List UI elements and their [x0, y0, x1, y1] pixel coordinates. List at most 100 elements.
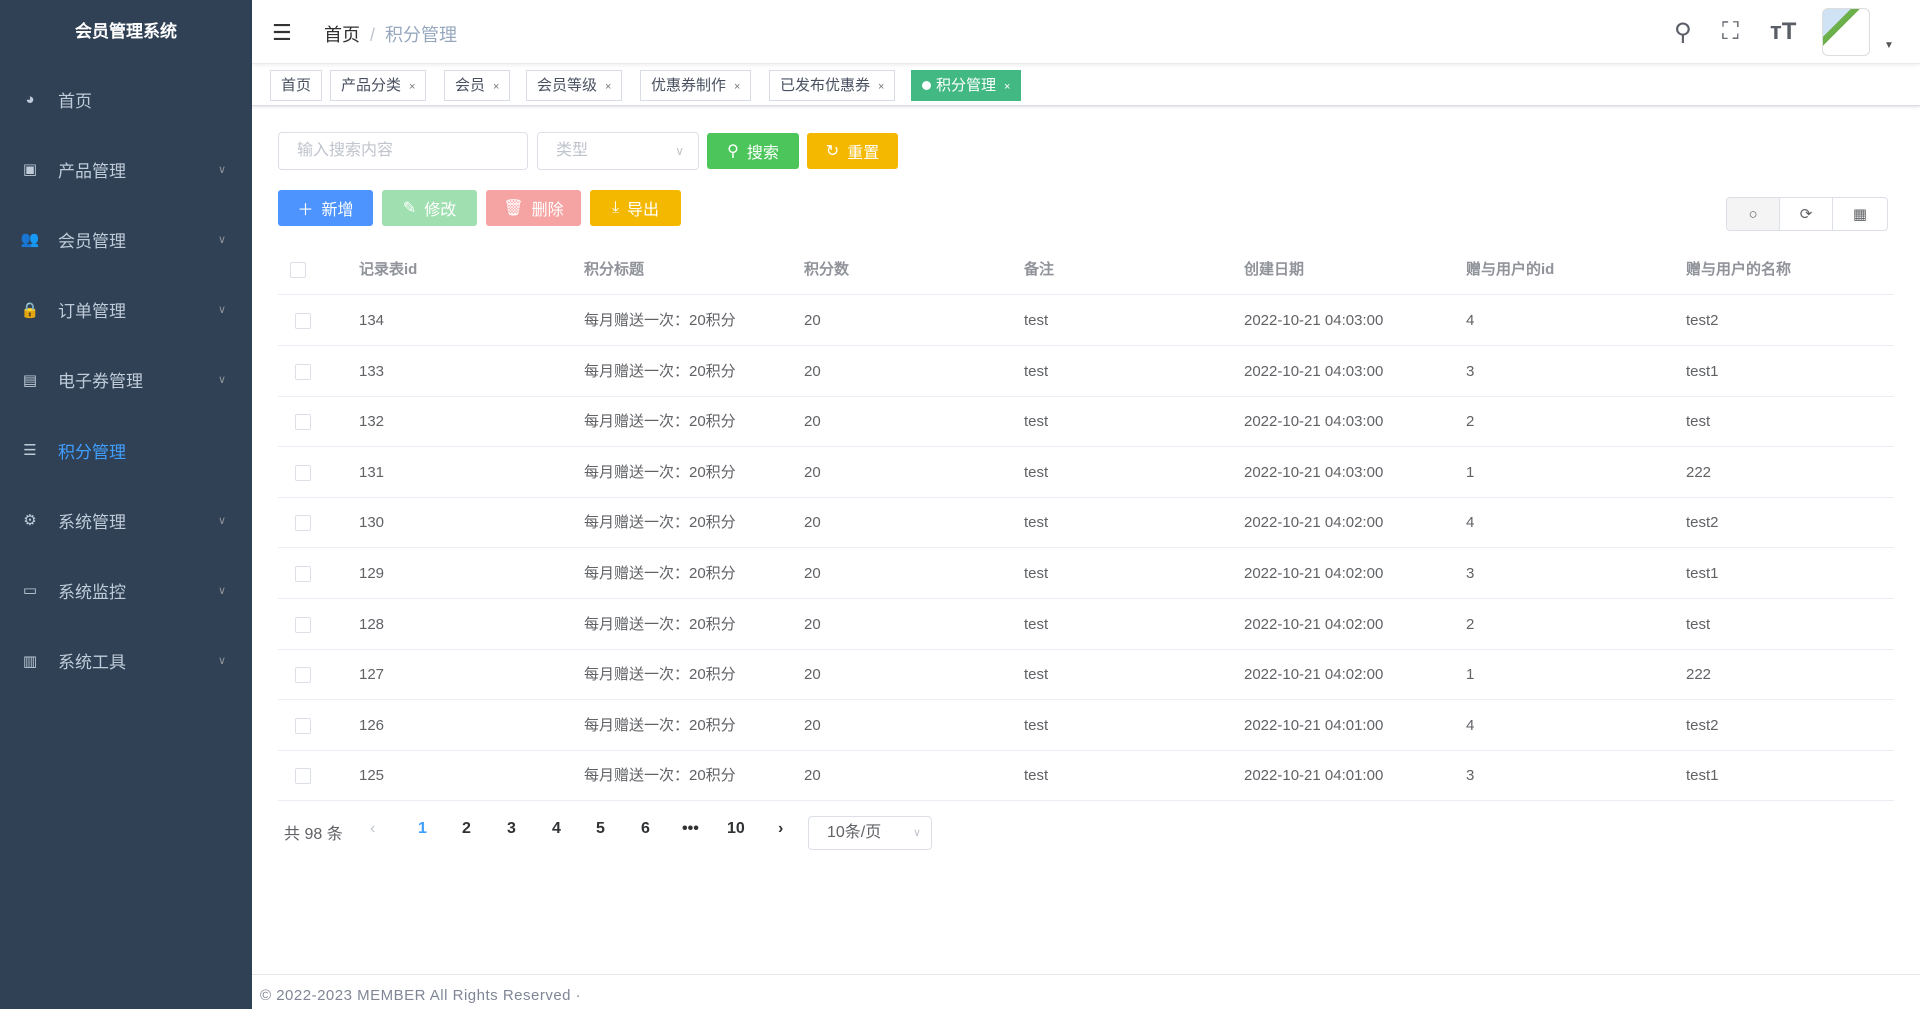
app-title: 会员管理系统 [75, 22, 177, 41]
page-2[interactable]: 3 [507, 820, 516, 838]
page-size-label: 10条/页 [827, 824, 882, 841]
cell: test2 [1686, 312, 1719, 329]
close-icon[interactable]: × [1004, 81, 1010, 93]
sidebar-item-4[interactable]: ▤ 电子券管理 ∨ [0, 352, 252, 408]
cell: 每月赠送一次：20积分 [584, 615, 736, 633]
caret-down-icon[interactable]: ▼ [1884, 40, 1894, 51]
edit-icon: ✎ [402, 200, 417, 217]
breadcrumb-home[interactable]: 首页 [324, 25, 360, 45]
sidebar-item-5[interactable]: ☰ 积分管理 [0, 422, 252, 478]
cell: 备注 [1024, 261, 1055, 278]
row-checkbox[interactable] [290, 262, 306, 278]
cell: 1 [1466, 666, 1475, 684]
cell: 每月赠送一次：20积分 [584, 312, 736, 329]
page-7[interactable]: 10 [727, 820, 745, 838]
tab-3[interactable]: 会员等级 × [526, 70, 623, 101]
page-4[interactable]: 5 [596, 820, 605, 838]
row-checkbox[interactable] [295, 717, 311, 734]
search-button[interactable]: ⚲ 搜索 [707, 133, 799, 169]
search-icon[interactable]: ⚲ [1674, 18, 1692, 47]
cell: 2022-10-21 04:03:00 [1244, 362, 1384, 380]
table-header: 记录表id 积分标题 积分数 备注 创建日期 赠与用户的id 赠与用户的名称 [278, 244, 1894, 295]
row-checkbox[interactable] [295, 768, 311, 785]
export-button[interactable]: ⤓ 导出 [590, 190, 681, 226]
edit-button[interactable]: ✎ 修改 [382, 190, 477, 226]
fullscreen-icon[interactable]: ⛶ [1722, 18, 1739, 46]
tab-5[interactable]: 已发布优惠券 × [769, 70, 896, 101]
page-3[interactable]: 4 [552, 820, 561, 838]
tab-4[interactable]: 优惠券制作 × [640, 70, 752, 101]
sidebar-item-8[interactable]: ▥ 系统工具 ∨ [0, 633, 252, 689]
close-icon[interactable]: × [734, 81, 740, 93]
page-5[interactable]: 6 [641, 820, 650, 838]
sidebar-item-6[interactable]: ⚙ 系统管理 ∨ [0, 492, 252, 548]
row-checkbox[interactable] [295, 667, 311, 684]
page-1[interactable]: 2 [462, 820, 471, 838]
chevron-down-icon: ∨ [217, 163, 226, 176]
cell: 131 [359, 463, 385, 481]
tab-label: 会员等级 [537, 77, 598, 94]
page-size-select[interactable]: 10条/页 ∨ [808, 816, 932, 850]
chevron-down-icon: ∨ [217, 304, 226, 317]
sidebar-item-7[interactable]: ▭ 系统监控 ∨ [0, 562, 252, 618]
row-checkbox[interactable] [295, 515, 311, 532]
cell: 每月赠送一次：20积分 [584, 666, 736, 684]
cell: 20 [804, 514, 821, 532]
sidebar-item-2[interactable]: 👥 会员管理 ∨ [0, 211, 252, 267]
type-select[interactable]: 类型 ∨ [537, 132, 699, 170]
columns-button[interactable]: ▦ [1832, 197, 1888, 231]
refresh-button[interactable]: ⟳ [1779, 197, 1833, 231]
row-checkbox[interactable] [295, 566, 311, 582]
toggle-search-button[interactable]: ○ [1726, 197, 1780, 231]
row-checkbox[interactable] [295, 363, 311, 380]
row-checkbox[interactable] [295, 313, 311, 329]
cell: 3 [1466, 362, 1475, 380]
reset-button[interactable]: ↻ 重置 [807, 133, 898, 169]
add-label: 新增 [321, 202, 354, 219]
page-0[interactable]: 1 [418, 820, 427, 838]
close-icon[interactable]: × [409, 81, 415, 93]
add-button[interactable]: ＋ 新增 [278, 190, 373, 226]
tab-1[interactable]: 产品分类 × [330, 70, 427, 101]
prev-page-icon[interactable]: ‹ [370, 820, 375, 838]
search-icon: ⚲ [727, 143, 739, 160]
close-icon[interactable]: × [493, 81, 499, 93]
sidebar-item-0[interactable]: ◕ 首页 [0, 71, 252, 127]
cell: 2 [1466, 615, 1475, 633]
font-size-icon[interactable]: ᴛT [1770, 18, 1796, 46]
tab-6[interactable]: 积分管理 × [911, 70, 1022, 101]
hamburger-icon[interactable]: ☰ [272, 20, 292, 46]
sidebar-item-label: 订单管理 [58, 302, 126, 322]
export-label: 导出 [627, 202, 660, 219]
close-icon[interactable]: × [605, 81, 611, 93]
cell: 127 [359, 666, 385, 684]
cell: test [1024, 565, 1049, 582]
cell: 126 [359, 716, 385, 734]
close-icon[interactable]: × [878, 81, 884, 93]
sidebar-item-3[interactable]: 🔒 订单管理 ∨ [0, 282, 252, 338]
cell: 128 [359, 615, 385, 633]
tab-0[interactable]: 首页 [270, 70, 323, 101]
row-checkbox[interactable] [295, 616, 311, 633]
avatar[interactable] [1822, 8, 1870, 56]
row-checkbox[interactable] [295, 464, 311, 481]
row-checkbox[interactable] [295, 414, 311, 431]
tab-2[interactable]: 会员 × [444, 70, 511, 101]
cell: 2 [1466, 413, 1475, 431]
page-6[interactable]: ••• [682, 820, 699, 838]
toolbox-icon: ▥ [22, 652, 38, 670]
lock-icon: 🔒 [20, 301, 40, 319]
cell: 20 [804, 615, 821, 633]
sidebar-item-1[interactable]: ▣ 产品管理 ∨ [0, 141, 252, 197]
cell: test [1024, 463, 1049, 481]
footer: © 2022-2023 MEMBER All Rights Reserved · [252, 974, 1920, 1009]
total-count: 共 98 条 [284, 826, 343, 843]
delete-button[interactable]: 🗑 删除 [486, 190, 581, 226]
search-input[interactable]: 输入搜索内容 [278, 132, 528, 170]
cell: test2 [1686, 716, 1719, 734]
cell: 20 [804, 463, 821, 481]
chevron-down-icon: ∨ [912, 827, 921, 839]
cell: test [1024, 615, 1049, 633]
next-page-icon[interactable]: › [778, 820, 783, 838]
tab-label: 会员 [455, 77, 486, 94]
